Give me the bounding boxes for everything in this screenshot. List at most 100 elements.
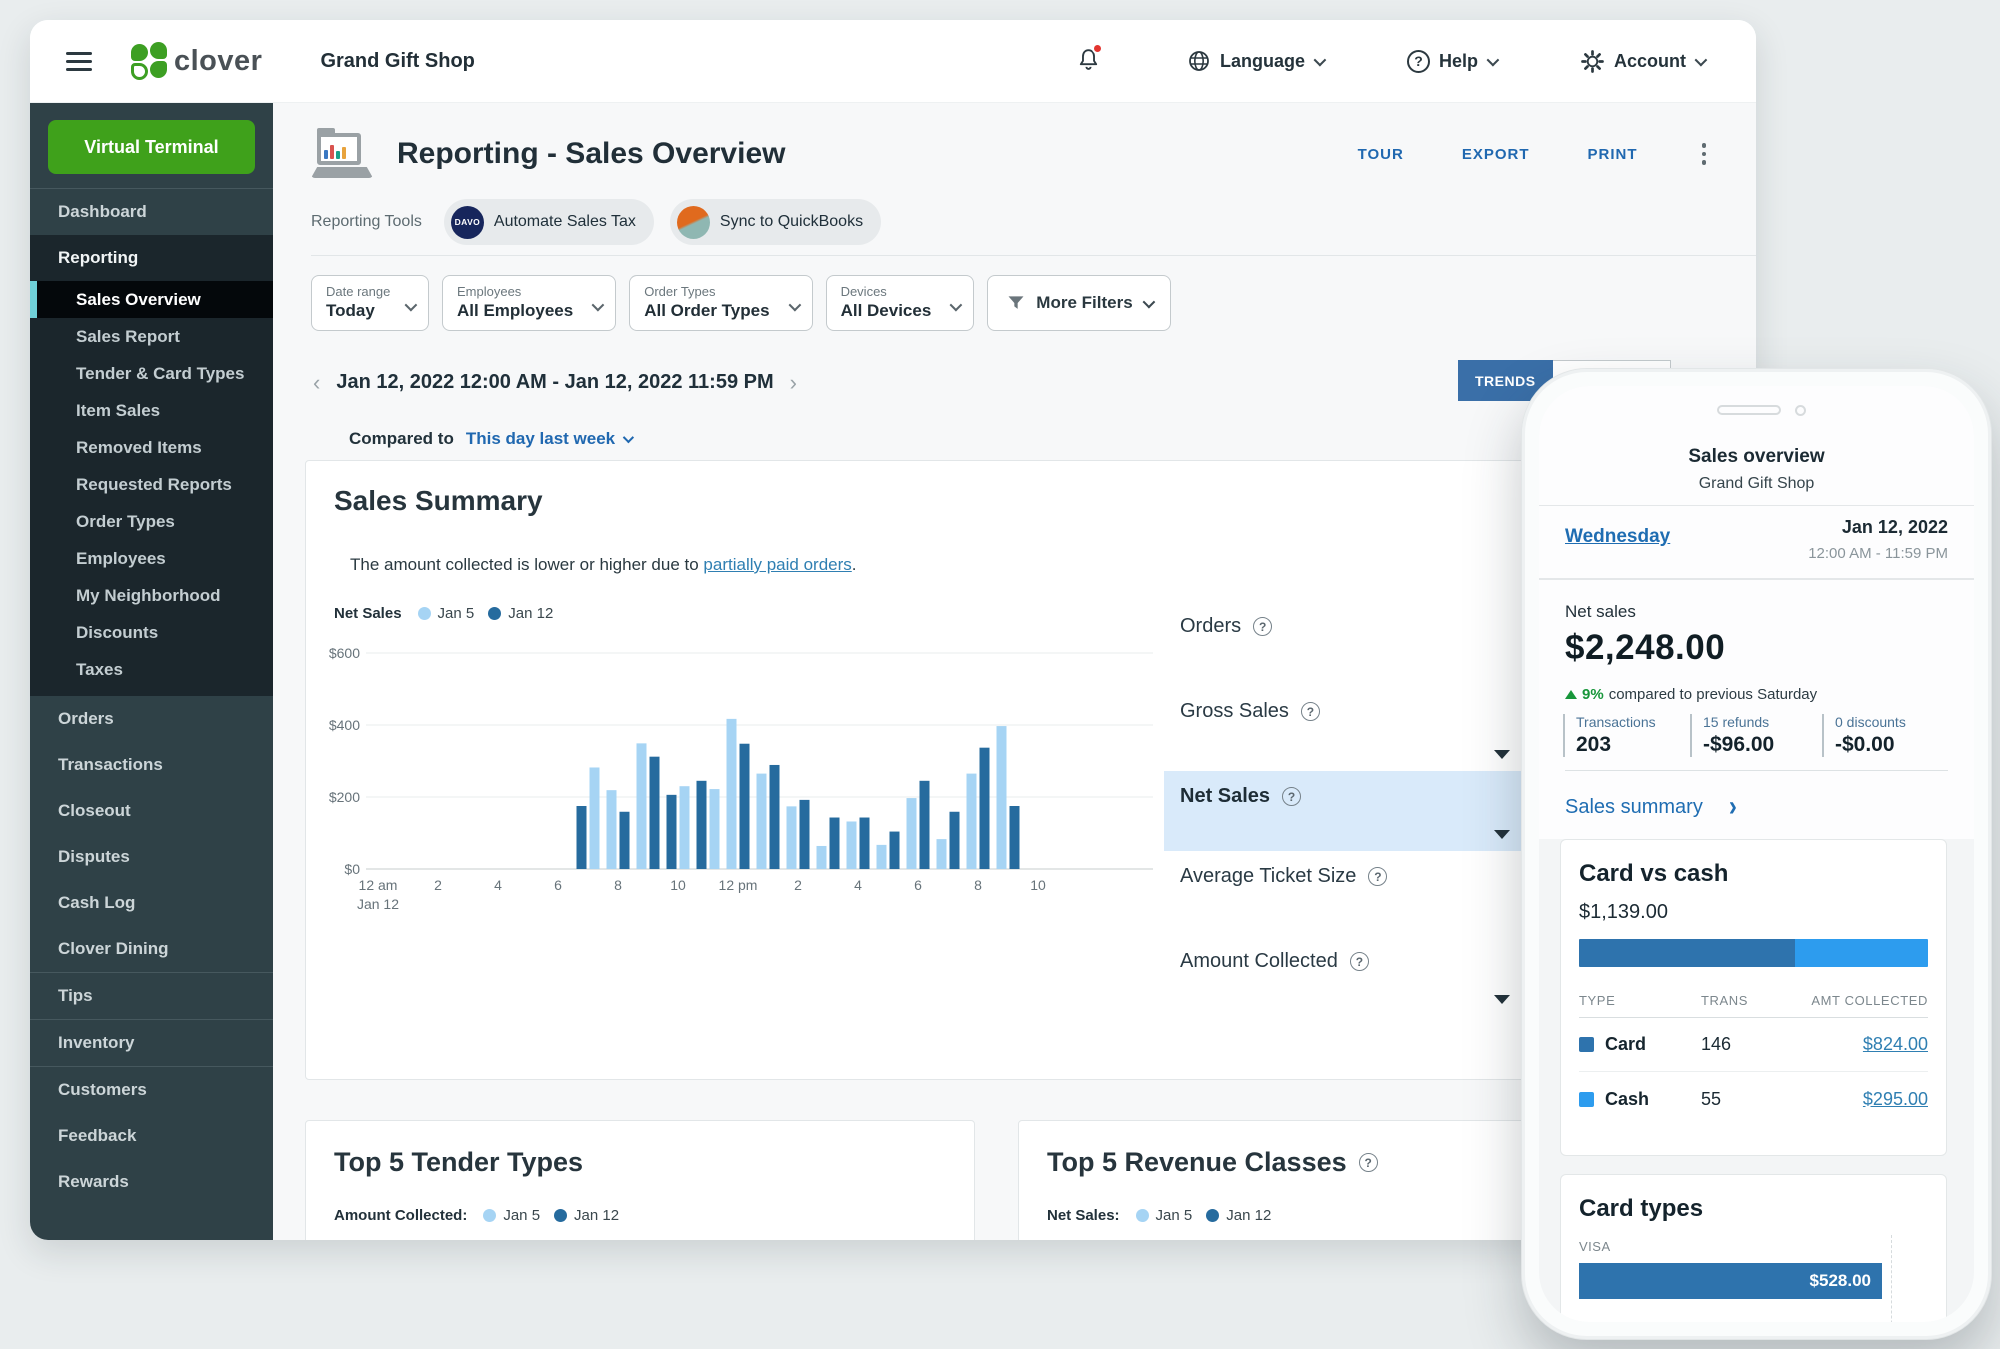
gear-icon xyxy=(1580,49,1605,74)
sidebar-item-feedback[interactable]: Feedback xyxy=(30,1113,273,1159)
card-vs-cash-total: $1,139.00 xyxy=(1579,901,1928,924)
phone-stats-row: Transactions 20315 refunds-$96.000 discou… xyxy=(1563,714,1958,757)
svg-text:$0: $0 xyxy=(344,861,360,877)
legend-dot xyxy=(418,607,431,620)
metric-label: Orders? xyxy=(1180,615,1272,638)
kebab-menu-button[interactable] xyxy=(1696,141,1713,167)
tender-types-legend: Amount Collected: Jan 5Jan 12 xyxy=(334,1207,633,1224)
compare-period-dropdown[interactable]: This day last week xyxy=(466,429,631,449)
row-amount-link[interactable]: $824.00 xyxy=(1809,1034,1928,1055)
more-filters-button[interactable]: More Filters xyxy=(987,275,1170,331)
automate-sales-tax-pill[interactable]: DAVO Automate Sales Tax xyxy=(444,199,654,245)
sidebar-item-inventory[interactable]: Inventory xyxy=(30,1020,273,1066)
sidebar-item-discounts[interactable]: Discounts xyxy=(30,614,273,651)
sidebar-item-cash-log[interactable]: Cash Log xyxy=(30,880,273,926)
clover-logo[interactable]: clover xyxy=(130,42,262,80)
stat-0-discounts: 0 discounts-$0.00 xyxy=(1822,714,1952,757)
help-icon[interactable]: ? xyxy=(1282,787,1301,806)
net-sales-delta: 9% compared to previous Saturday xyxy=(1565,686,1817,703)
print-button[interactable]: PRINT xyxy=(1588,146,1638,163)
hamburger-menu-icon[interactable] xyxy=(66,52,92,71)
metric-label: Net Sales? xyxy=(1180,785,1301,808)
filter-order-types[interactable]: Order TypesAll Order Types xyxy=(629,275,812,331)
phone-speaker-icon xyxy=(1717,405,1781,415)
sync-quickbooks-pill[interactable]: Sync to QuickBooks xyxy=(670,199,881,245)
row-trans: 146 xyxy=(1701,1034,1809,1055)
metric-label: Gross Sales? xyxy=(1180,700,1320,723)
sidebar-item-my-neighborhood[interactable]: My Neighborhood xyxy=(30,577,273,614)
date-range-row: ‹ Jan 12, 2022 12:00 AM - Jan 12, 2022 1… xyxy=(313,371,797,394)
legend-items: Jan 5 Jan 12 xyxy=(1136,1207,1286,1224)
sidebar-item-dashboard[interactable]: Dashboard xyxy=(30,189,273,235)
sidebar-item-requested-reports[interactable]: Requested Reports xyxy=(30,466,273,503)
legend-title: Net Sales xyxy=(334,605,402,622)
svg-text:6: 6 xyxy=(914,877,922,893)
help-icon[interactable]: ? xyxy=(1253,617,1272,636)
sidebar-item-closeout[interactable]: Closeout xyxy=(30,788,273,834)
sidebar-item-tips[interactable]: Tips xyxy=(30,973,273,1019)
sidebar-item-taxes[interactable]: Taxes xyxy=(30,651,273,688)
tour-button[interactable]: TOUR xyxy=(1358,146,1404,163)
export-button[interactable]: EXPORT xyxy=(1462,146,1530,163)
sidebar-item-transactions[interactable]: Transactions xyxy=(30,742,273,788)
legend-label: Jan 5 xyxy=(1156,1207,1193,1224)
sidebar-item-tender-card-types[interactable]: Tender & Card Types xyxy=(30,355,273,392)
expand-caret-icon[interactable] xyxy=(1494,830,1510,839)
sidebar-item-reporting[interactable]: Reporting xyxy=(30,235,273,281)
help-menu[interactable]: ? Help xyxy=(1407,50,1496,73)
expand-caret-icon[interactable] xyxy=(1494,995,1510,1004)
sidebar-item-clover-dining[interactable]: Clover Dining xyxy=(30,926,273,972)
sidebar-item-orders[interactable]: Orders xyxy=(30,696,273,742)
help-icon[interactable]: ? xyxy=(1350,952,1369,971)
row-type: Cash xyxy=(1605,1089,1701,1110)
help-icon[interactable]: ? xyxy=(1368,867,1387,886)
filter-date-range[interactable]: Date rangeToday xyxy=(311,275,429,331)
sidebar-item-sales-report[interactable]: Sales Report xyxy=(30,318,273,355)
legend-title: Net Sales: xyxy=(1047,1207,1120,1224)
table-row-cash: Cash55$295.00 xyxy=(1579,1072,1928,1126)
sales-summary-link[interactable]: Sales summary › xyxy=(1565,793,1737,821)
subtitle-suffix: . xyxy=(852,555,857,574)
svg-text:12 am: 12 am xyxy=(359,877,398,893)
notifications-button[interactable] xyxy=(1076,46,1101,77)
net-sales-bar-chart: $0$200$400$60012 am24681012 pm246810Jan … xyxy=(308,631,1158,916)
row-amount-link[interactable]: $295.00 xyxy=(1809,1089,1928,1110)
next-date-chevron[interactable]: › xyxy=(790,372,797,394)
language-menu[interactable]: Language xyxy=(1187,49,1323,73)
sidebar-item-sales-overview[interactable]: Sales Overview xyxy=(30,281,273,318)
virtual-terminal-button[interactable]: Virtual Terminal xyxy=(48,120,255,174)
stat-15-refunds: 15 refunds-$96.00 xyxy=(1690,714,1822,757)
legend-title: Amount Collected: xyxy=(334,1207,467,1224)
filter-devices[interactable]: DevicesAll Devices xyxy=(826,275,975,331)
globe-icon xyxy=(1187,49,1211,73)
help-icon[interactable]: ? xyxy=(1359,1153,1378,1172)
sidebar-item-disputes[interactable]: Disputes xyxy=(30,834,273,880)
help-icon[interactable]: ? xyxy=(1301,702,1320,721)
phone-screen: Sales overview Grand Gift Shop Wednesday… xyxy=(1539,386,1974,1322)
legend-label: Jan 12 xyxy=(1226,1207,1271,1224)
davo-logo-icon: DAVO xyxy=(451,206,484,239)
filter-value: All Devices xyxy=(841,301,958,321)
up-triangle-icon xyxy=(1565,690,1577,699)
filter-employees[interactable]: EmployeesAll Employees xyxy=(442,275,616,331)
pill-label: Automate Sales Tax xyxy=(494,213,636,231)
stat-label: Transactions xyxy=(1576,714,1690,730)
sidebar-item-order-types[interactable]: Order Types xyxy=(30,503,273,540)
partially-paid-orders-link[interactable]: partially paid orders xyxy=(703,555,851,574)
prev-date-chevron[interactable]: ‹ xyxy=(313,372,320,394)
net-sales-value: $2,248.00 xyxy=(1565,628,1725,668)
sidebar-item-rewards[interactable]: Rewards xyxy=(30,1159,273,1205)
compare-period-value: This day last week xyxy=(466,429,615,449)
store-name: Grand Gift Shop xyxy=(320,50,474,73)
stat-value: 203 xyxy=(1576,733,1690,757)
weekday-link[interactable]: Wednesday xyxy=(1565,526,1670,548)
card-vs-cash-card: Card vs cash $1,139.00 TYPE TRANS AMT CO… xyxy=(1560,839,1947,1156)
sidebar-item-item-sales[interactable]: Item Sales xyxy=(30,392,273,429)
expand-caret-icon[interactable] xyxy=(1494,750,1510,759)
sidebar-item-removed-items[interactable]: Removed Items xyxy=(30,429,273,466)
sidebar-item-customers[interactable]: Customers xyxy=(30,1067,273,1113)
notification-dot xyxy=(1092,43,1103,54)
account-menu[interactable]: Account xyxy=(1580,49,1704,74)
card-title-text: Top 5 Tender Types xyxy=(334,1147,583,1178)
sidebar-item-employees[interactable]: Employees xyxy=(30,540,273,577)
